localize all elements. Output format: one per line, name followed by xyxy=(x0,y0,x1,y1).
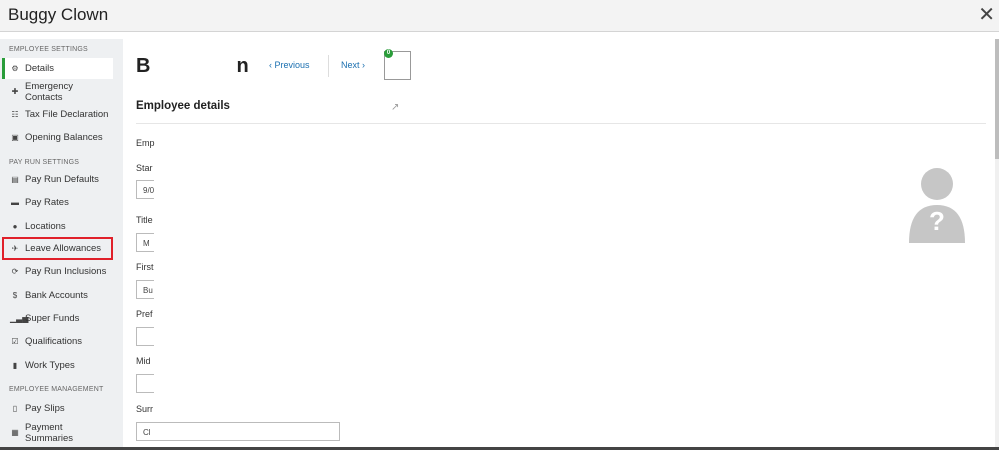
sidebar-item-work-types[interactable]: ▮ Work Types xyxy=(2,355,113,376)
status-badge: 0 xyxy=(384,49,393,58)
start-date-input[interactable]: 9/0 xyxy=(136,180,154,199)
sidebar-item-label: Pay Run Defaults xyxy=(25,174,99,185)
section-title-employee-details: Employee details xyxy=(136,100,230,112)
book-icon: ▮ xyxy=(12,361,18,370)
chevron-right-icon: › xyxy=(362,60,366,70)
field-label-preferred-name: Pref xyxy=(136,309,153,319)
sidebar-item-label: Pay Run Inclusions xyxy=(25,266,107,277)
sidebar-item-label: Pay Rates xyxy=(25,197,69,208)
sidebar-item-opening-balances[interactable]: ▣ Opening Balances xyxy=(2,127,113,148)
sidebar-item-label: Pay Slips xyxy=(25,403,65,414)
chevron-left-icon: ‹ xyxy=(269,60,272,70)
sidebar-item-label: Qualifications xyxy=(25,336,83,347)
window-title: Buggy Clown xyxy=(8,5,109,24)
document-icon: ▯ xyxy=(12,404,18,413)
svg-text:?: ? xyxy=(929,206,945,236)
sidebar-item-label: Locations xyxy=(25,221,66,232)
sidebar-item-payment-summaries[interactable]: ▦ Payment Summaries xyxy=(2,421,113,444)
sidebar-item-label: Tax File Declaration xyxy=(25,109,109,120)
globe-icon: ● xyxy=(12,222,18,231)
check-square-icon: ☑ xyxy=(11,337,19,346)
sidebar-item-emergency-contacts[interactable]: ✚ Emergency Contacts xyxy=(2,80,113,103)
sidebar-item-bank-accounts[interactable]: $ Bank Accounts xyxy=(2,285,113,306)
scrollbar-thumb[interactable] xyxy=(995,39,999,159)
plus-icon: ✚ xyxy=(11,87,19,96)
bank-icon: ☷ xyxy=(11,110,19,119)
ledger-icon: ▣ xyxy=(11,133,19,142)
section-heading-employee-management: EMPLOYEE MANAGEMENT xyxy=(9,386,104,393)
sidebar-item-label: Payment Summaries xyxy=(24,421,74,444)
title-select[interactable]: M xyxy=(136,233,154,252)
field-label-employee-id: Emp xyxy=(136,138,155,148)
sidebar-item-pay-run-defaults[interactable]: ▤ Pay Run Defaults xyxy=(2,169,113,190)
refresh-icon: ⟳ xyxy=(11,267,19,276)
employee-name-heading: Bn xyxy=(136,55,249,78)
clipboard-icon: ▤ xyxy=(11,175,19,184)
title-bar: Buggy Clown ✕ xyxy=(0,0,999,32)
field-label-start-date: Star xyxy=(136,163,153,173)
next-label: Next xyxy=(341,60,360,70)
field-label-middle-name: Mid xyxy=(136,356,151,366)
plane-icon: ✈ xyxy=(11,244,19,253)
field-label-first-name: First xyxy=(136,262,154,272)
gear-icon: ⚙ xyxy=(11,64,19,73)
sidebar-item-tax-file-declaration[interactable]: ☷ Tax File Declaration xyxy=(2,104,113,125)
sidebar-item-pay-slips[interactable]: ▯ Pay Slips xyxy=(2,398,113,419)
nav-divider xyxy=(328,55,329,77)
sidebar-item-label: Bank Accounts xyxy=(25,290,88,301)
close-icon[interactable]: ✕ xyxy=(978,2,995,27)
section-heading-pay-run-settings: PAY RUN SETTINGS xyxy=(9,159,80,166)
edit-arrow-icon[interactable]: ↗ xyxy=(391,102,399,113)
sidebar-item-locations[interactable]: ● Locations xyxy=(2,216,113,237)
money-icon: ▬ xyxy=(11,198,19,207)
field-label-surname: Surr xyxy=(136,404,154,414)
next-employee-link[interactable]: Next › xyxy=(341,60,365,70)
field-label-title: Title xyxy=(136,215,153,225)
middle-name-input[interactable] xyxy=(136,374,154,393)
sidebar-item-label: Emergency Contacts xyxy=(24,80,74,103)
sidebar-item-qualifications[interactable]: ☑ Qualifications xyxy=(2,331,113,352)
section-heading-employee-settings: EMPLOYEE SETTINGS xyxy=(9,46,88,53)
preferred-name-input[interactable] xyxy=(136,327,154,346)
sidebar-item-super-funds[interactable]: ▁▃▅ Super Funds xyxy=(2,308,113,329)
sidebar-item-label: Leave Allowances xyxy=(25,243,102,254)
sidebar-item-label: Work Types xyxy=(25,360,75,371)
previous-employee-link[interactable]: ‹ Previous xyxy=(269,60,310,70)
previous-label: Previous xyxy=(274,60,310,70)
sidebar-item-label: Details xyxy=(25,63,55,74)
unknown-person-avatar-icon[interactable]: ? xyxy=(905,167,969,245)
sidebar: EMPLOYEE SETTINGS ⚙ Details ✚ Emergency … xyxy=(0,39,123,447)
signal-bars-icon: ▁▃▅ xyxy=(10,314,29,323)
sidebar-item-pay-run-inclusions[interactable]: ⟳ Pay Run Inclusions xyxy=(2,261,113,282)
sidebar-item-label: Opening Balances xyxy=(25,132,103,143)
employee-name-tail: n xyxy=(236,55,249,77)
main-content: Bn ‹ Previous Next › 0 Employee details … xyxy=(123,39,995,447)
surname-input[interactable]: Cl xyxy=(136,422,340,441)
employee-photo-thumbnail[interactable]: 0 xyxy=(384,49,411,80)
sidebar-item-label: Super Funds xyxy=(25,313,80,324)
sidebar-item-leave-allowances[interactable]: ✈ Leave Allowances xyxy=(2,237,113,260)
dollar-circle-icon: $ xyxy=(12,291,18,300)
divider xyxy=(136,123,986,124)
employee-name-visible: B xyxy=(136,55,151,77)
first-name-input[interactable]: Bu xyxy=(136,280,154,299)
sidebar-item-pay-rates[interactable]: ▬ Pay Rates xyxy=(2,192,113,213)
calculator-icon: ▦ xyxy=(11,428,19,437)
sidebar-item-details[interactable]: ⚙ Details xyxy=(2,58,113,79)
